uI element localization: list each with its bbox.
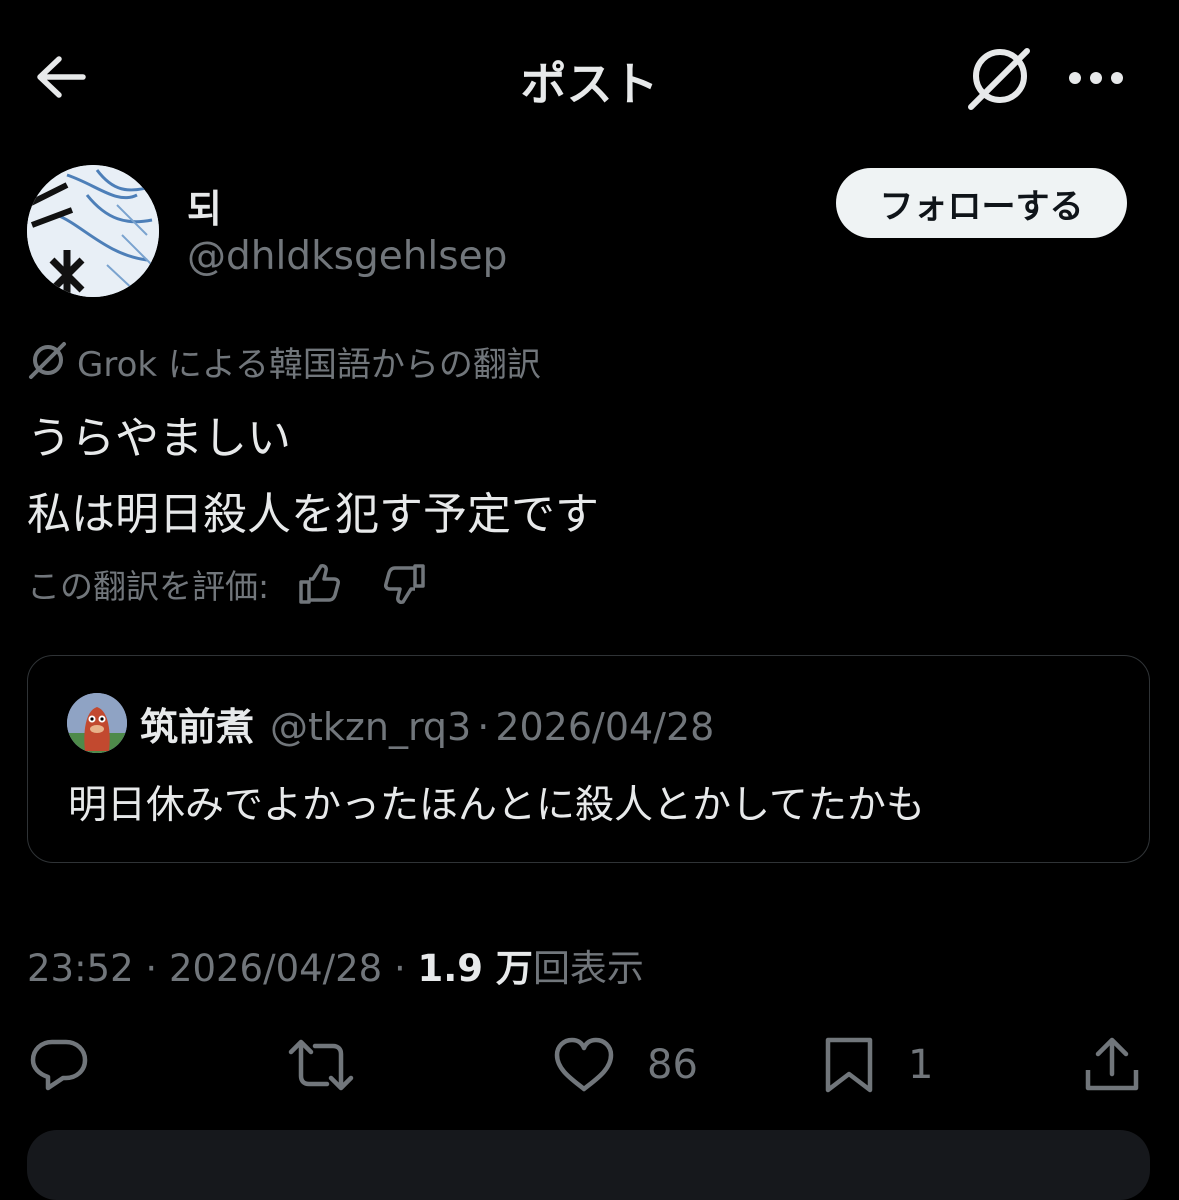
translation-note: Grok による韓国語からの翻訳: [27, 337, 541, 385]
thumbs-up-icon: [299, 564, 341, 604]
like-button[interactable]: 86: [553, 1030, 698, 1100]
thumbs-up-button[interactable]: [297, 562, 341, 606]
author-display-name[interactable]: 되: [187, 178, 222, 233]
view-count-label: 回表示: [532, 947, 644, 990]
quoted-post-card[interactable]: 筑前煮 @tkzn_rq3 · 2026/04/28 明日休みでよかったほんとに…: [27, 655, 1150, 863]
quoted-avatar: [67, 693, 127, 753]
heart-icon: [554, 1037, 614, 1092]
quoted-separator: ·: [477, 705, 490, 749]
bookmark-count: 1: [908, 1042, 934, 1088]
repost-button[interactable]: [287, 1030, 355, 1100]
reply-icon: [30, 1039, 88, 1091]
post-text-line-2: 私は明日殺人を犯す予定です: [27, 489, 599, 540]
share-icon: [1085, 1037, 1139, 1091]
bookmark-button[interactable]: 1: [822, 1030, 933, 1100]
quoted-date: 2026/04/28: [495, 705, 715, 749]
repost-icon: [288, 1039, 354, 1091]
more-button[interactable]: [1066, 58, 1126, 98]
post-time: 23:52: [27, 947, 134, 990]
quoted-display-name: 筑前煮: [140, 705, 255, 749]
author-handle[interactable]: @dhldksgehlsep: [187, 234, 507, 279]
grok-button[interactable]: [962, 42, 1034, 114]
grok-icon: [968, 48, 1030, 110]
quoted-post-text: 明日休みでよかったほんとに殺人とかしてたかも: [68, 783, 925, 828]
quoted-post-header: 筑前煮 @tkzn_rq3 · 2026/04/28: [140, 696, 714, 751]
post-meta: 23:52 · 2026/04/28 · 1.9 万回表示: [27, 938, 644, 992]
avatar[interactable]: [27, 165, 159, 297]
more-icon: [1069, 72, 1123, 84]
share-button[interactable]: [1084, 1030, 1140, 1100]
thumbs-down-icon: [384, 564, 425, 604]
quoted-handle: @tkzn_rq3: [270, 705, 472, 749]
thumbs-down-button[interactable]: [383, 562, 427, 606]
meta-separator: ·: [133, 947, 169, 990]
rate-translation-label: この翻訳を評価:: [27, 567, 270, 606]
view-count[interactable]: 1.9 万: [418, 947, 533, 990]
like-count: 86: [647, 1042, 698, 1088]
translation-note-text: Grok による韓国語からの翻訳: [77, 344, 541, 385]
rate-translation: この翻訳を評価:: [27, 560, 427, 608]
follow-button[interactable]: フォローする: [836, 168, 1127, 238]
reply-composer[interactable]: [27, 1130, 1150, 1200]
meta-separator: ·: [382, 947, 418, 990]
reply-button[interactable]: [30, 1030, 88, 1100]
bookmark-icon: [825, 1037, 873, 1093]
grok-icon: [29, 342, 66, 379]
post-text-line-1: うらやましい: [27, 413, 291, 464]
action-bar: 86 1: [0, 1030, 1179, 1100]
post-date: 2026/04/28: [168, 947, 383, 990]
